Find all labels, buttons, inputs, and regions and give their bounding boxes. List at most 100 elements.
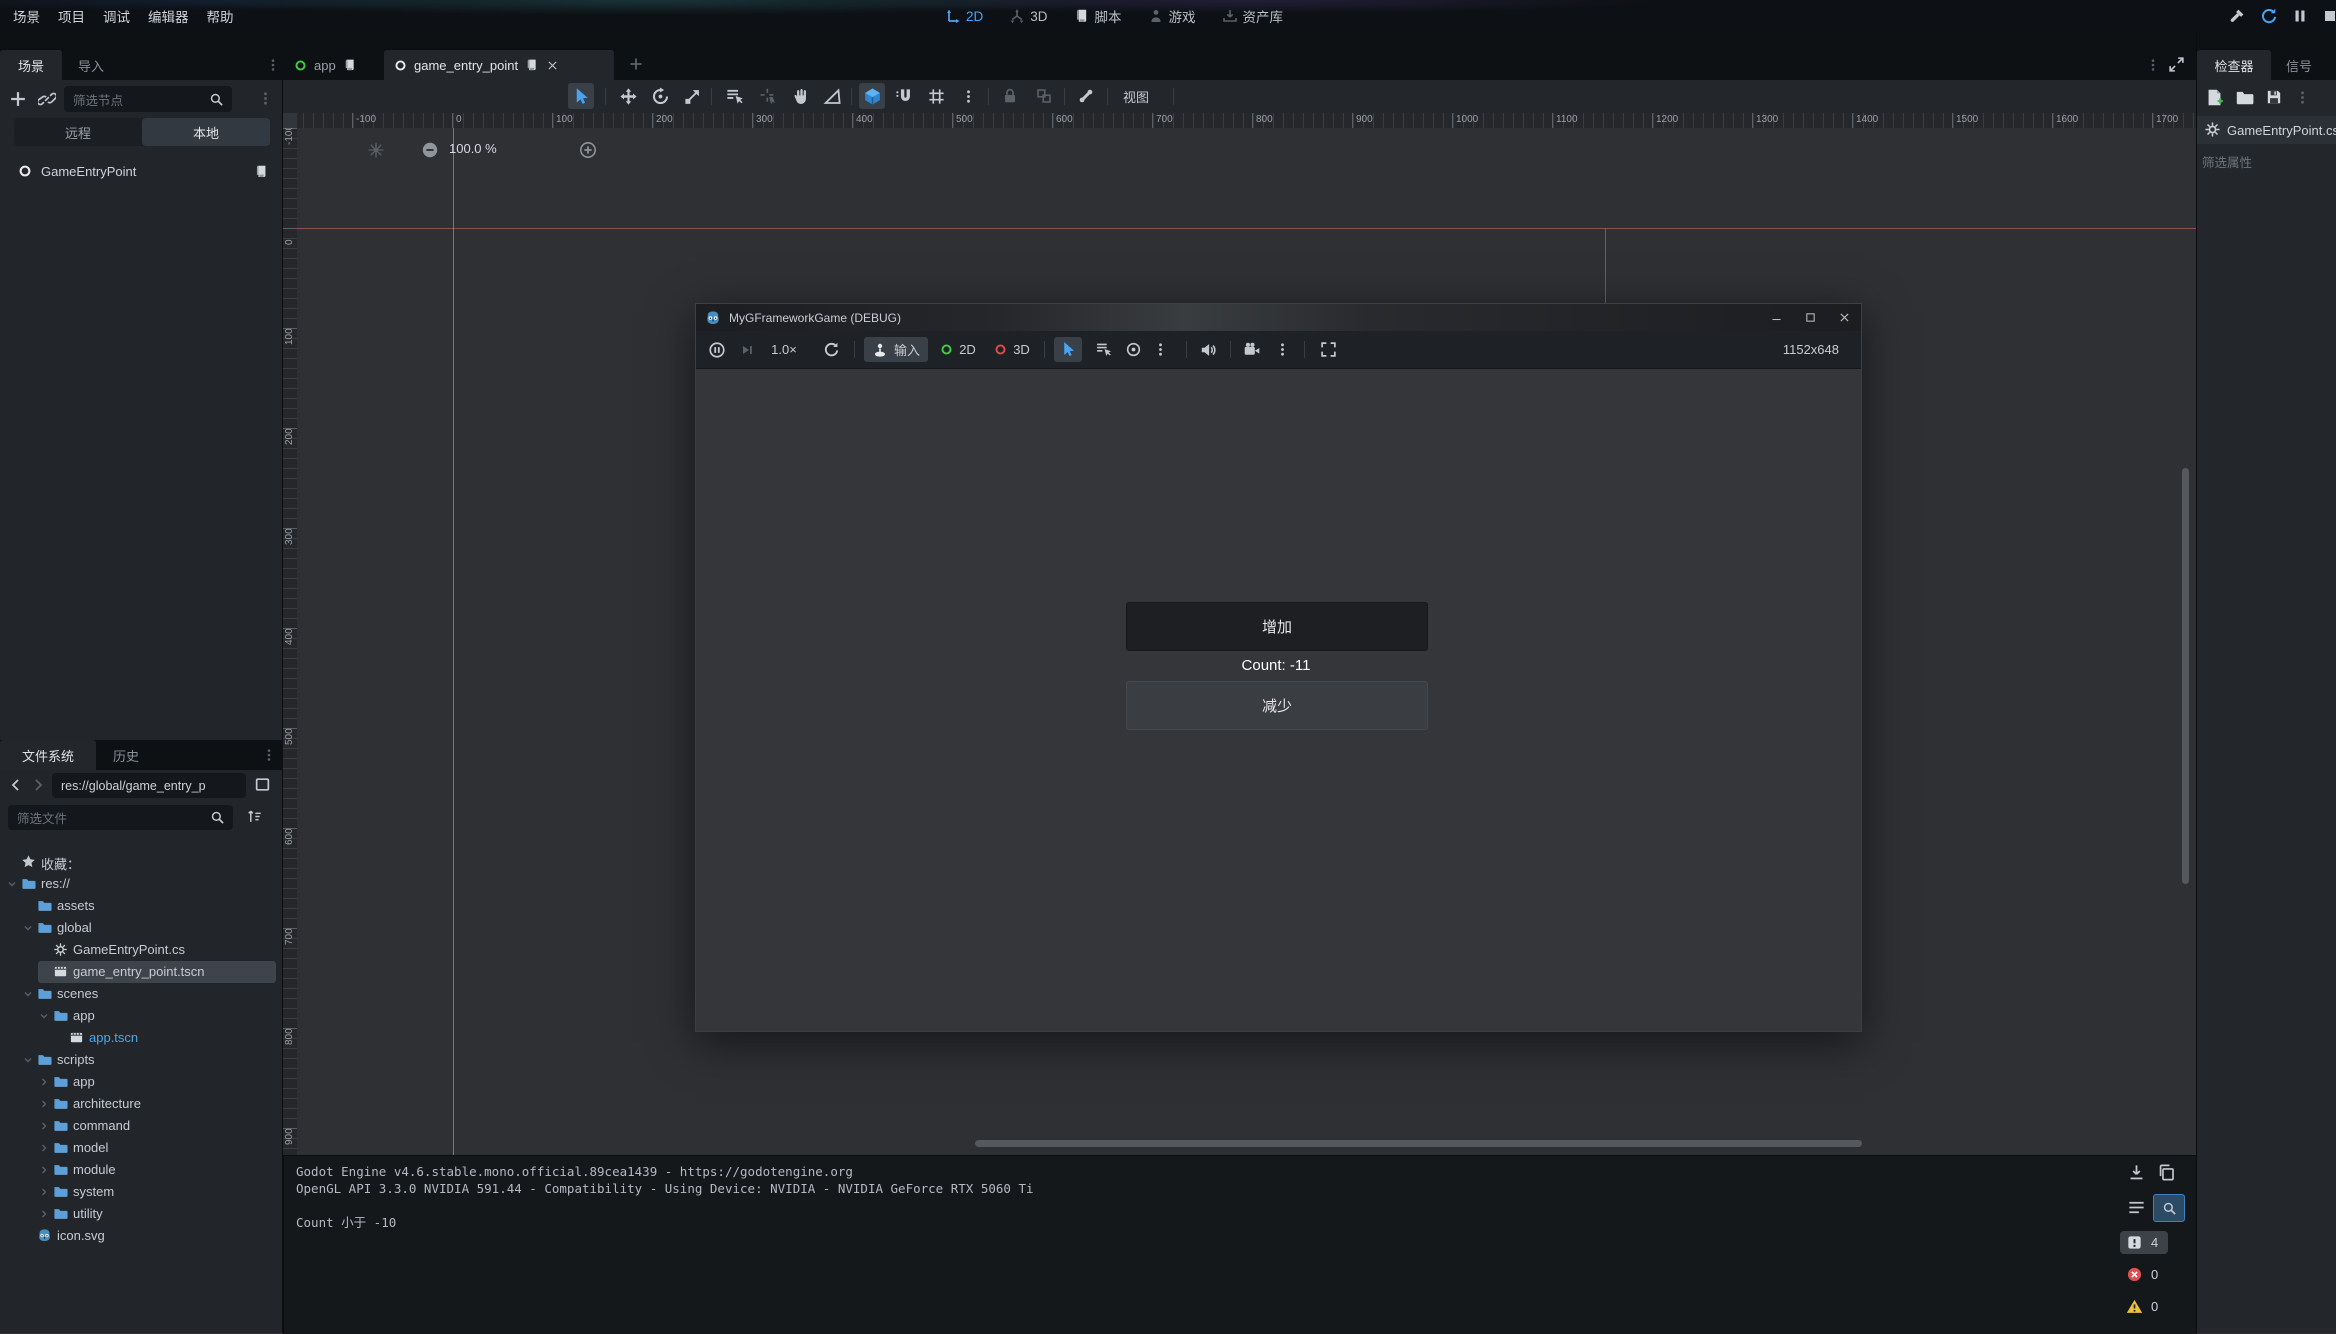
snap-cursor-icon[interactable] <box>759 87 778 106</box>
window-minimize-button[interactable] <box>1759 304 1793 331</box>
increase-button[interactable]: 增加 <box>1126 602 1428 651</box>
snap-options-kebab-icon[interactable] <box>961 89 976 104</box>
fs-item-icon.svg[interactable]: icon.svg <box>0 1225 283 1247</box>
fs-item-command[interactable]: command <box>0 1115 283 1137</box>
fs-item-scenes[interactable]: scenes <box>0 983 283 1005</box>
chevron-down-icon[interactable] <box>22 988 34 1000</box>
add-node-icon[interactable] <box>8 89 28 109</box>
save-resource-icon[interactable] <box>2265 88 2283 106</box>
script-icon[interactable] <box>525 58 539 72</box>
view-menu[interactable]: 视图 <box>1123 80 1149 113</box>
menu-item-1[interactable]: 场景 <box>4 6 49 26</box>
menu-item-5[interactable]: 帮助 <box>198 6 243 26</box>
close-tab-icon[interactable] <box>546 59 559 72</box>
decrease-button[interactable]: 减少 <box>1126 681 1428 730</box>
fs-item-GameEntryPoint.cs[interactable]: GameEntryPoint.cs <box>0 939 283 961</box>
fs-item-model[interactable]: model <box>0 1137 283 1159</box>
center-view-star-icon[interactable] <box>367 141 385 159</box>
nav-forward-icon[interactable] <box>30 777 46 793</box>
chevron-down-icon[interactable] <box>6 878 18 890</box>
scene-dock-kebab-icon[interactable] <box>258 91 273 106</box>
output-filter-list-icon[interactable] <box>2127 1198 2146 1217</box>
zoom-level[interactable]: 100.0 % <box>449 141 497 156</box>
split-view-icon[interactable] <box>254 776 271 793</box>
grid-snap-icon[interactable] <box>927 87 946 106</box>
scene-tree-root-row[interactable]: GameEntryPoint <box>4 158 279 184</box>
input-mode-button[interactable]: 输入 <box>864 337 928 362</box>
fs-item-global[interactable]: global <box>0 917 283 939</box>
next-frame-icon[interactable] <box>739 342 755 358</box>
game-window-titlebar[interactable]: MyGFrameworkGame (DEBUG) <box>696 304 1861 331</box>
tab-history-right[interactable]: 历史 <box>2331 50 2336 80</box>
expand-viewport-icon[interactable] <box>2168 56 2185 73</box>
chevron-down-icon[interactable] <box>22 1054 34 1066</box>
debug-3d-button[interactable]: 3D <box>988 337 1036 362</box>
menu-item-2[interactable]: 项目 <box>49 6 94 26</box>
2d-viewport[interactable]: -100010020030040050060070080090010001100… <box>283 113 2196 1155</box>
dock-tab-import[interactable]: 导入 <box>62 50 120 80</box>
chevron-right-icon[interactable] <box>38 1142 50 1154</box>
chevron-down-icon[interactable] <box>38 1010 50 1022</box>
scroll-to-end-icon[interactable] <box>2127 1163 2146 1182</box>
filter-properties-input[interactable]: 筛选属性 <box>2202 152 2252 171</box>
selection-visible-icon[interactable] <box>1125 341 1142 358</box>
fs-item-scripts[interactable]: scripts <box>0 1049 283 1071</box>
mode-2D[interactable]: 2D <box>945 8 983 24</box>
mode-游戏[interactable]: 游戏 <box>1148 6 1196 26</box>
debugger-badge[interactable]: 4 <box>2120 1231 2168 1254</box>
pick-options-kebab-icon[interactable] <box>1153 342 1168 357</box>
restart-game-icon[interactable] <box>2260 7 2278 25</box>
vertical-scrollbar[interactable] <box>2182 468 2189 884</box>
filesystem-kebab-icon[interactable] <box>262 748 276 762</box>
fs-item-module[interactable]: module <box>0 1159 283 1181</box>
stop-game-icon[interactable] <box>2322 8 2336 24</box>
remote-option[interactable]: 远程 <box>14 118 142 146</box>
camera-override-icon[interactable] <box>1243 341 1261 359</box>
copy-output-icon[interactable] <box>2157 1163 2176 1182</box>
window-maximize-button[interactable] <box>1793 304 1827 331</box>
pan-tool-icon[interactable] <box>791 87 810 106</box>
list-select-icon[interactable] <box>725 87 744 106</box>
nav-back-icon[interactable] <box>8 777 24 793</box>
mode-脚本[interactable]: 脚本 <box>1074 6 1122 26</box>
fs-item-utility[interactable]: utility <box>0 1203 283 1225</box>
select-tool-icon[interactable] <box>572 87 591 106</box>
menu-item-4[interactable]: 编辑器 <box>139 6 198 26</box>
move-tool-icon[interactable] <box>619 87 638 106</box>
scale-tool-icon[interactable] <box>683 87 702 106</box>
pick-list-icon[interactable] <box>1095 341 1112 358</box>
tab-history[interactable]: 历史 <box>96 740 156 770</box>
chevron-right-icon[interactable] <box>38 1120 50 1132</box>
fs-item-[interactable]: 收藏： <box>0 851 283 873</box>
zoom-out-icon[interactable] <box>421 141 439 159</box>
attached-script-icon[interactable] <box>254 164 269 179</box>
suspend-game-icon[interactable] <box>708 341 726 359</box>
scene-tabs-menu-icon[interactable] <box>266 58 280 72</box>
grid-snap-cube-icon[interactable] <box>863 87 882 106</box>
camera-options-kebab-icon[interactable] <box>1275 342 1290 357</box>
skeleton-bone-icon[interactable] <box>1077 87 1095 105</box>
fs-item-app.tscn[interactable]: app.tscn <box>0 1027 283 1049</box>
fs-item-app[interactable]: app <box>0 1005 283 1027</box>
reload-icon[interactable] <box>823 341 840 358</box>
scene-tab-game-entry-point[interactable]: game_entry_point <box>384 50 614 80</box>
dock-tab-scene[interactable]: 场景 <box>0 50 62 80</box>
ruler-tool-icon[interactable] <box>823 87 842 106</box>
load-resource-icon[interactable] <box>2235 88 2254 107</box>
time-scale-button[interactable]: 1.0× <box>762 337 806 362</box>
warnings-badge[interactable]: 0 <box>2126 1298 2158 1315</box>
horizontal-scrollbar[interactable] <box>975 1140 1862 1147</box>
tab-inspector[interactable]: 检查器 <box>2197 50 2271 80</box>
fs-item-app[interactable]: app <box>0 1071 283 1093</box>
tab-filesystem[interactable]: 文件系统 <box>0 740 96 770</box>
viewport-menu-kebab-icon[interactable] <box>2146 58 2160 72</box>
fs-item-system[interactable]: system <box>0 1181 283 1203</box>
smart-snap-icon[interactable] <box>895 87 914 106</box>
filter-files-input[interactable]: 筛选文件 <box>8 805 233 830</box>
fs-item-res[interactable]: res:// <box>0 873 283 895</box>
chevron-right-icon[interactable] <box>38 1164 50 1176</box>
errors-badge[interactable]: 0 <box>2126 1266 2158 1283</box>
chevron-right-icon[interactable] <box>38 1076 50 1088</box>
new-resource-icon[interactable] <box>2205 88 2224 107</box>
lock-icon[interactable] <box>1001 87 1019 105</box>
